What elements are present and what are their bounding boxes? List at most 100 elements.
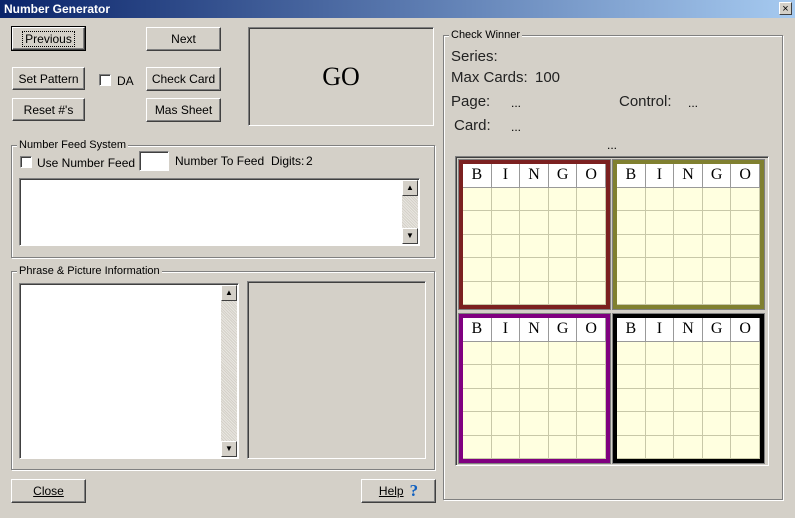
bingo-cell xyxy=(548,187,578,211)
bingo-cell xyxy=(674,211,703,235)
bingo-cell xyxy=(491,341,521,365)
go-button[interactable]: GO xyxy=(248,27,434,126)
reset-numbers-button[interactable]: Reset #'s xyxy=(12,98,85,121)
bingo-cell xyxy=(463,412,492,436)
bingo-cell xyxy=(548,341,578,365)
window-titlebar: Number Generator xyxy=(0,0,795,18)
bingo-header-letter: N xyxy=(674,164,703,188)
bingo-cell xyxy=(577,258,606,282)
use-number-feed-label: Use Number Feed xyxy=(37,156,136,170)
next-button[interactable]: Next xyxy=(146,27,221,51)
check-card-button[interactable]: Check Card xyxy=(146,67,221,91)
bingo-cell xyxy=(548,365,578,389)
scroll-down-icon[interactable]: ▼ xyxy=(221,441,237,457)
bingo-cell xyxy=(520,412,549,436)
bingo-card[interactable]: BINGO xyxy=(458,313,611,464)
reset-label: Reset #'s xyxy=(23,102,74,117)
bingo-cell xyxy=(674,412,703,436)
bingo-cell xyxy=(617,187,646,211)
bingo-cell xyxy=(674,234,703,258)
scroll-up-icon[interactable]: ▲ xyxy=(221,285,237,301)
bingo-cell xyxy=(645,435,675,459)
scroll-down-icon[interactable]: ▼ xyxy=(402,228,418,244)
bingo-header-letter: N xyxy=(520,164,549,188)
scroll-up-icon[interactable]: ▲ xyxy=(402,180,418,196)
check-card-label: Check Card xyxy=(151,72,216,86)
da-checkbox[interactable] xyxy=(99,74,111,86)
use-number-feed-checkbox[interactable] xyxy=(20,156,32,168)
bingo-cell xyxy=(731,365,760,389)
bingo-header-letter: N xyxy=(674,318,703,342)
bingo-cell xyxy=(731,187,760,211)
card-value: ... xyxy=(511,120,522,134)
bingo-header-letter: I xyxy=(645,164,675,188)
extra-value: ... xyxy=(607,138,618,152)
bingo-cell xyxy=(577,234,606,258)
control-value: ... xyxy=(688,96,699,110)
bingo-header-letter: B xyxy=(463,164,492,188)
next-button-label: Next xyxy=(171,32,196,46)
bingo-cell xyxy=(463,388,492,412)
bingo-cell xyxy=(491,365,521,389)
bingo-cell xyxy=(491,435,521,459)
max-cards-label: Max Cards: xyxy=(451,69,528,86)
picture-panel xyxy=(247,281,426,459)
phrase-picture-group-label: Phrase & Picture Information xyxy=(17,265,162,277)
bingo-cell xyxy=(645,341,675,365)
bingo-cell xyxy=(645,281,675,305)
bingo-cell xyxy=(520,211,549,235)
bingo-cell xyxy=(548,412,578,436)
bingo-cell xyxy=(674,388,703,412)
bingo-cell xyxy=(577,388,606,412)
bingo-cell xyxy=(674,435,703,459)
bingo-header-letter: I xyxy=(491,318,521,342)
bingo-header-letter: O xyxy=(731,164,760,188)
control-label: Control: xyxy=(619,93,672,110)
window-title: Number Generator xyxy=(4,2,111,16)
set-pattern-label: Set Pattern xyxy=(18,71,79,86)
bingo-cell xyxy=(645,258,675,282)
set-pattern-button[interactable]: Set Pattern xyxy=(12,67,85,90)
bingo-card[interactable]: BINGO xyxy=(458,159,611,310)
close-window-icon[interactable]: × xyxy=(779,2,792,15)
number-feed-textarea[interactable] xyxy=(19,178,420,246)
bingo-cell xyxy=(617,281,646,305)
bingo-header-letter: I xyxy=(491,164,521,188)
phrase-scrollbar[interactable] xyxy=(221,285,237,457)
bingo-card[interactable]: BINGO xyxy=(612,313,765,464)
bingo-cell xyxy=(463,341,492,365)
close-label: Close xyxy=(33,484,64,498)
bingo-cell xyxy=(463,365,492,389)
bingo-cell xyxy=(702,258,732,282)
bingo-cell xyxy=(702,388,732,412)
bingo-cell xyxy=(617,258,646,282)
bingo-cell xyxy=(702,365,732,389)
bingo-card[interactable]: BINGO xyxy=(612,159,765,310)
bingo-cell xyxy=(617,341,646,365)
bingo-cell xyxy=(702,187,732,211)
bingo-cell xyxy=(731,435,760,459)
bingo-cell xyxy=(491,211,521,235)
bingo-header-letter: B xyxy=(617,164,646,188)
bingo-cell xyxy=(674,365,703,389)
bingo-cell xyxy=(520,258,549,282)
question-mark-icon: ? xyxy=(409,481,419,500)
bingo-cell xyxy=(577,187,606,211)
bingo-cell xyxy=(577,281,606,305)
bingo-cell xyxy=(645,187,675,211)
mas-sheet-button[interactable]: Mas Sheet xyxy=(146,98,221,122)
bingo-cell xyxy=(674,187,703,211)
bingo-cell xyxy=(548,258,578,282)
help-button[interactable]: Help ? xyxy=(361,479,436,503)
bingo-header-letter: B xyxy=(617,318,646,342)
mas-sheet-label: Mas Sheet xyxy=(154,103,213,117)
bingo-header-letter: G xyxy=(702,318,732,342)
number-to-feed-input[interactable] xyxy=(139,151,169,171)
previous-button[interactable]: Previous xyxy=(11,26,86,51)
bingo-cell xyxy=(577,341,606,365)
bingo-cell xyxy=(617,211,646,235)
bingo-cell xyxy=(548,234,578,258)
phrase-textarea[interactable] xyxy=(19,283,239,459)
bingo-cell xyxy=(645,412,675,436)
close-button[interactable]: Close xyxy=(11,479,86,503)
